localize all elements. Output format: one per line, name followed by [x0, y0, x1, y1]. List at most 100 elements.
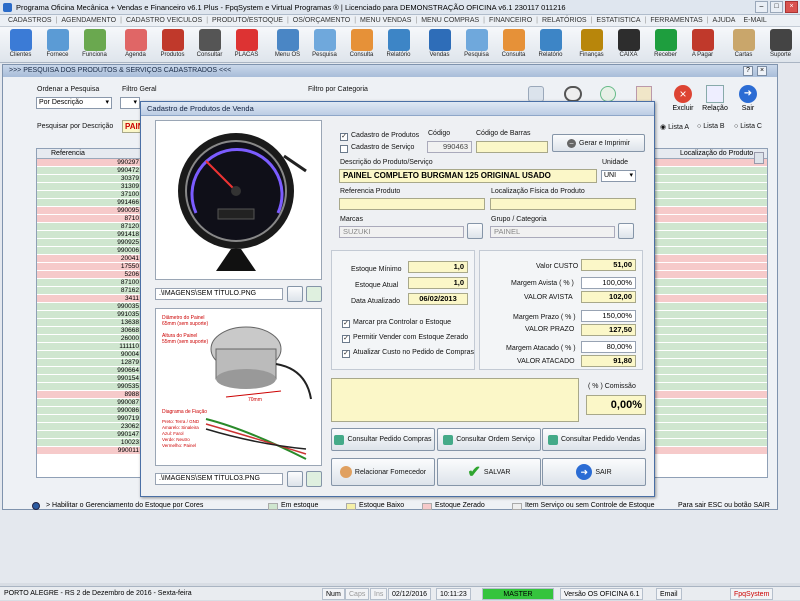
- toolbar-button-15[interactable]: Finanças: [573, 27, 610, 63]
- ref-field[interactable]: [339, 198, 485, 210]
- toolbar-button-12[interactable]: Pesquisa: [458, 27, 495, 63]
- menu-item-11[interactable]: AJUDA: [709, 15, 740, 26]
- toolbar-button-4[interactable]: Produtos: [154, 27, 191, 63]
- list-c-radio[interactable]: ○ Lista C: [734, 123, 762, 130]
- toolbar-button-10[interactable]: Relatório: [380, 27, 417, 63]
- col-localizacao: Localização do Produto: [680, 150, 754, 157]
- menu-item-9[interactable]: ESTATISTICA: [592, 15, 644, 26]
- toolbar-button-11[interactable]: Vendas: [421, 27, 458, 63]
- margat-field[interactable]: 80,00%: [581, 341, 636, 353]
- toolbar-button-8[interactable]: Pesquisa: [306, 27, 343, 63]
- help-icon[interactable]: ?: [743, 66, 753, 76]
- loc-field[interactable]: [490, 198, 636, 210]
- menu-item-0[interactable]: CADASTROS: [4, 15, 56, 26]
- dialog-title: Cadastro de Produtos de Venda: [141, 102, 654, 116]
- menu-item-12[interactable]: E-MAIL: [739, 15, 770, 26]
- toolbar-button-3[interactable]: Agenda: [117, 27, 154, 63]
- barras-field[interactable]: [476, 141, 548, 153]
- marca-field[interactable]: SUZUKI: [339, 226, 464, 238]
- report-button[interactable]: Relação: [700, 84, 730, 118]
- menu-item-8[interactable]: RELATÓRIOS: [538, 15, 591, 26]
- menu-item-7[interactable]: FINANCEIRO: [485, 15, 536, 26]
- image-1-search-icon[interactable]: [287, 286, 303, 302]
- list-b-radio[interactable]: ○ Lista B: [697, 123, 725, 130]
- toolbar-button-17[interactable]: Receber: [647, 27, 684, 63]
- toolbar-button-5[interactable]: Consultar: [191, 27, 228, 63]
- chk-atualizar-custo[interactable]: ✓: [342, 350, 350, 358]
- chk-cadastro-produtos[interactable]: ✓: [340, 133, 348, 141]
- toolbar-button-2[interactable]: Funciona: [76, 27, 113, 63]
- consultar-pedido-compras-button[interactable]: Consultar Pedido Compras: [331, 428, 435, 451]
- edit-icon[interactable]: [636, 86, 652, 102]
- close-icon[interactable]: ×: [757, 66, 767, 76]
- toolbar-button-0[interactable]: Clientes: [2, 27, 39, 63]
- print-icon[interactable]: [564, 86, 582, 102]
- search-input[interactable]: PAIN: [122, 120, 142, 133]
- legend-toggle-radio[interactable]: [32, 502, 40, 510]
- toolbar-button-7[interactable]: Menu OS: [269, 27, 306, 63]
- menu-item-2[interactable]: CADASTRO VEICULOS: [122, 15, 206, 26]
- list-a-radio[interactable]: ◉ Lista A: [660, 123, 689, 131]
- desc-field[interactable]: PAINEL COMPLETO BURGMAN 125 ORIGINAL USA…: [339, 169, 597, 183]
- estatual-field[interactable]: 1,0: [408, 277, 468, 289]
- toolbar-button-19[interactable]: Cartas: [725, 27, 762, 63]
- row-referencia: 990154: [117, 375, 139, 382]
- custo-field[interactable]: 51,00: [581, 259, 636, 271]
- menu-item-6[interactable]: MENU COMPRAS: [417, 15, 483, 26]
- image-2-view-icon[interactable]: [306, 471, 322, 487]
- close-button[interactable]: ×: [785, 1, 798, 13]
- estmin-field[interactable]: 1,0: [408, 261, 468, 273]
- nav-icon[interactable]: [528, 86, 544, 102]
- image-2-search-icon[interactable]: [287, 471, 303, 487]
- margpr-field[interactable]: 150,00%: [581, 310, 636, 322]
- toolbar-button-14[interactable]: Relatório: [532, 27, 569, 63]
- image-2-path[interactable]: .\IMAGENS\SEM TÍTULO3.PNG: [155, 473, 283, 485]
- grupo-search-icon[interactable]: [618, 223, 634, 239]
- consultar-ordem-servico-button[interactable]: Consultar Ordem Serviço: [437, 428, 541, 451]
- image-1-view-icon[interactable]: [306, 286, 322, 302]
- dataatu-field[interactable]: 06/02/2013: [408, 293, 468, 305]
- valpr-field[interactable]: 127,50: [581, 324, 636, 336]
- margav-field[interactable]: 100,00%: [581, 277, 636, 289]
- chk-vender-zerado[interactable]: ✓: [342, 335, 350, 343]
- exit-button[interactable]: ➜ Sair: [733, 84, 763, 118]
- salvar-button[interactable]: ✔ SALVAR: [437, 458, 541, 486]
- gerar-imprimir-button[interactable]: – Gerar e Imprimir: [552, 134, 645, 152]
- status-email[interactable]: Email: [656, 588, 682, 600]
- refresh-icon[interactable]: [600, 86, 616, 102]
- toolbar-button-16[interactable]: CAIXA: [610, 27, 647, 63]
- product-image-1[interactable]: [155, 120, 322, 280]
- relacionar-fornecedor-button[interactable]: Relacionar Fornecedor: [331, 458, 435, 486]
- toolbar-button-1[interactable]: Fornece: [39, 27, 76, 63]
- sair-button[interactable]: ➜ SAIR: [542, 458, 646, 486]
- toolbar-button-6[interactable]: PLACAS: [228, 27, 265, 63]
- image-1-path[interactable]: .\IMAGENS\SEM TÍTULO.PNG: [155, 288, 283, 300]
- order-select[interactable]: Por Descrição: [36, 97, 112, 109]
- toolbar-button-13[interactable]: Consulta: [495, 27, 532, 63]
- menu-item-1[interactable]: AGENDAMENTO: [57, 15, 120, 26]
- toolbar-button-20[interactable]: Suporte: [762, 27, 799, 63]
- product-image-2[interactable]: Diâmetro do Painel 65mm (sem suporte) Al…: [155, 308, 322, 466]
- chk-controlar-estoque[interactable]: ✓: [342, 320, 350, 328]
- menu-item-5[interactable]: MENU VENDAS: [356, 15, 415, 26]
- toolbar-button-9[interactable]: Consulta: [343, 27, 380, 63]
- menu-item-3[interactable]: PRODUTO/ESTOQUE: [208, 15, 287, 26]
- valav-field[interactable]: 102,00: [581, 291, 636, 303]
- marca-search-icon[interactable]: [467, 223, 483, 239]
- menu-item-4[interactable]: OS/ORÇAMENTO: [289, 15, 354, 26]
- notes-field[interactable]: [331, 378, 579, 422]
- grupo-field[interactable]: PAINEL: [490, 226, 615, 238]
- maximize-button[interactable]: □: [770, 1, 783, 13]
- delete-button[interactable]: × Excluir: [668, 84, 698, 118]
- minimize-button[interactable]: –: [755, 1, 768, 13]
- valat-field[interactable]: 91,80: [581, 355, 636, 367]
- chk-cadastro-servico[interactable]: [340, 145, 348, 153]
- filter-select[interactable]: [120, 97, 140, 109]
- unidade-select[interactable]: UNI: [601, 170, 636, 182]
- consultar-pedido-vendas-button[interactable]: Consultar Pedido Vendas: [542, 428, 646, 451]
- toolbar-button-18[interactable]: A Pagar: [684, 27, 721, 63]
- toolbar-label-1: Fornece: [46, 52, 69, 58]
- comissao-field[interactable]: 0,00%: [586, 395, 646, 415]
- menu-item-10[interactable]: FERRAMENTAS: [646, 15, 706, 26]
- grid-scrollbar[interactable]: [754, 152, 764, 164]
